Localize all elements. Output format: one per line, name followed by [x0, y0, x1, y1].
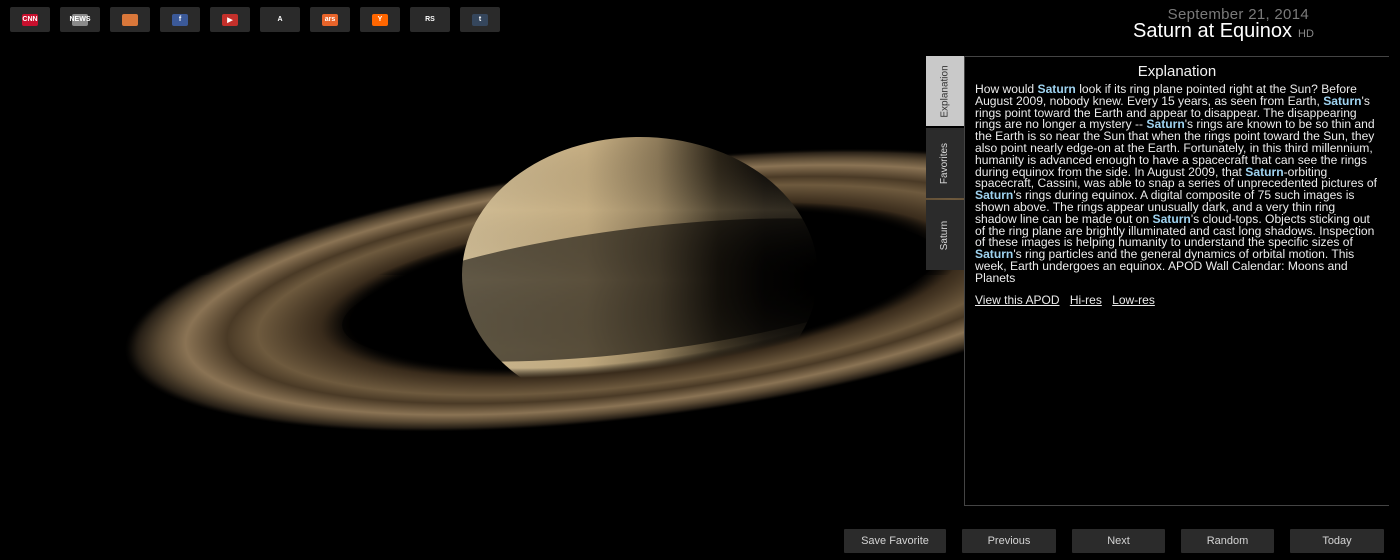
facebook-icon: f [172, 13, 188, 26]
store-button[interactable] [110, 7, 150, 32]
hd-link[interactable]: HD [1298, 28, 1314, 40]
atlantic-button[interactable]: A [260, 7, 300, 32]
cnn-button[interactable]: CNN [10, 7, 50, 32]
tab-label: Explanation [939, 64, 951, 118]
explanation-heading: Explanation [1137, 63, 1217, 80]
ycombinator-icon: Y [372, 13, 388, 26]
tumblr-icon: t [472, 13, 488, 26]
ycombinator-button[interactable]: Y [360, 7, 400, 32]
random-button[interactable]: Random [1181, 529, 1274, 553]
page-title: Saturn at Equinox HD [1133, 20, 1314, 43]
view-apod-link[interactable]: View this APOD [975, 293, 1059, 307]
apod-links: View this APOD Hi-res Low-res [975, 293, 1389, 307]
explanation-text: How would Saturn look if its ring plane … [975, 83, 1379, 285]
hi-res-link[interactable]: Hi-res [1070, 293, 1102, 307]
tab-favorites[interactable]: Favorites [926, 128, 964, 198]
store-icon [122, 13, 138, 26]
facebook-button[interactable]: f [160, 7, 200, 32]
news-icon: NEWS [70, 13, 91, 26]
previous-button[interactable]: Previous [962, 529, 1056, 553]
save-favorite-button[interactable]: Save Favorite [844, 529, 946, 553]
tab-label: Saturn [939, 220, 951, 250]
side-tabs: Explanation Favorites Saturn [926, 56, 964, 272]
cnn-icon: CNN [22, 13, 38, 26]
atlantic-icon: A [272, 13, 288, 26]
youtube-button[interactable]: ▶ [210, 7, 250, 32]
youtube-icon: ▶ [222, 13, 238, 26]
news-button[interactable]: NEWS [60, 7, 100, 32]
explanation-panel: Explanation How would Saturn look if its… [964, 56, 1389, 506]
tab-label: Favorites [939, 142, 951, 184]
title-text: Saturn at Equinox [1133, 20, 1292, 42]
rolling-stone-button[interactable]: RS [410, 7, 450, 32]
low-res-link[interactable]: Low-res [1112, 293, 1155, 307]
navigation-buttons: Save Favorite Previous Next Random Today [0, 529, 1400, 553]
share-toolbar: CNN NEWS f ▶ Aars Y RS t [10, 7, 500, 32]
ars-button[interactable]: ars [310, 7, 350, 32]
tab-saturn[interactable]: Saturn [926, 200, 964, 270]
next-button[interactable]: Next [1072, 529, 1165, 553]
tab-explanation[interactable]: Explanation [926, 56, 964, 126]
today-button[interactable]: Today [1290, 529, 1384, 553]
rolling-stone-icon: RS [422, 13, 438, 26]
ars-icon: ars [322, 13, 338, 26]
tumblr-button[interactable]: t [460, 7, 500, 32]
explanation-segment: 's ring particles and the general dynami… [975, 247, 1355, 285]
